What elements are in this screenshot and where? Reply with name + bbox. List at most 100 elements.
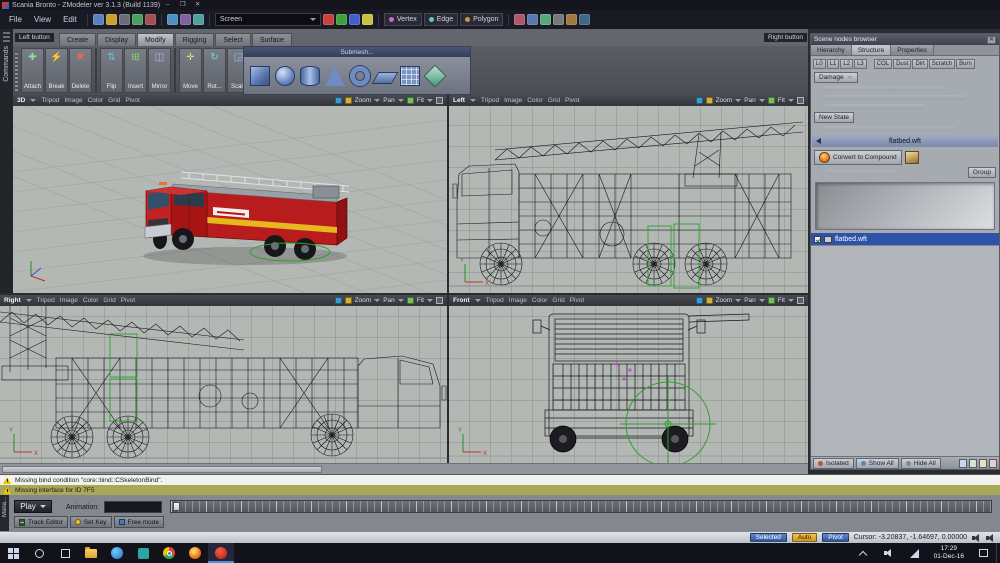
break-button[interactable]: ⚡ Break (45, 48, 68, 93)
tab-display[interactable]: Display (97, 33, 136, 46)
pan-control[interactable]: Pan (383, 97, 395, 104)
lod-l0-button[interactable]: L0 (813, 59, 826, 69)
auto-mode-button[interactable]: Auto (792, 533, 817, 542)
filter-lights-icon[interactable] (979, 459, 987, 468)
tab-rigging[interactable]: Rigging (175, 33, 215, 46)
axis-y-icon[interactable] (336, 14, 347, 25)
move-tool-icon[interactable] (527, 14, 538, 25)
viewport-menu-pivot[interactable]: Pivot (570, 297, 584, 304)
zoom-control[interactable]: Zoom (355, 297, 372, 304)
plane-primitive-icon[interactable] (372, 72, 399, 84)
viewport-name[interactable]: 3D (17, 97, 25, 104)
group-button[interactable]: Group (968, 167, 996, 178)
viewport-left-canvas[interactable]: Y X (449, 106, 808, 293)
maximize-viewport-icon[interactable] (797, 97, 804, 104)
box-primitive-icon[interactable] (250, 66, 270, 86)
viewport-menu-color[interactable]: Color (83, 297, 99, 304)
tab-properties[interactable]: Properties (891, 45, 934, 55)
zoom-control[interactable]: Zoom (716, 97, 733, 104)
damage-dropdown[interactable]: Damage (814, 72, 858, 83)
move-button[interactable]: ✛ Move (179, 48, 202, 93)
manager-dock-tab[interactable]: Mana... (0, 495, 9, 531)
viewport-menu-grid[interactable]: Grid (103, 297, 115, 304)
hide-all-button[interactable]: Hide All (901, 458, 941, 469)
track-editor-button[interactable]: Track Editor (14, 516, 68, 528)
viewport-menu-grid[interactable]: Grid (108, 97, 120, 104)
timeline-ruler[interactable] (170, 500, 992, 513)
grid-toggle-icon[interactable] (407, 97, 414, 104)
scene-node-row[interactable]: flatbed.wft (811, 233, 999, 245)
show-desktop-button[interactable] (996, 543, 1000, 563)
viewport-menu-image[interactable]: Image (509, 297, 527, 304)
viewport-menu-tripod[interactable]: Tripod (481, 97, 499, 104)
viewport-menu-grid[interactable]: Grid (548, 97, 560, 104)
convert-to-compound-button[interactable]: Convert to Compound (814, 150, 902, 165)
log-row-selected[interactable]: Missing interface for ID 7F5 (0, 485, 1000, 495)
axis-x-icon[interactable] (323, 14, 334, 25)
scale-tool-icon[interactable] (553, 14, 564, 25)
vertex-mode-toggle[interactable]: Vertex (384, 13, 422, 26)
rotate-button[interactable]: ↻ Rot... (203, 48, 226, 93)
zoom-control[interactable]: Zoom (716, 297, 733, 304)
tab-surface[interactable]: Surface (252, 33, 292, 46)
insert-button[interactable]: ⊞ Insert (124, 48, 147, 93)
render-mode-icon[interactable] (335, 297, 342, 304)
render-mode-icon[interactable] (696, 97, 703, 104)
viewport-menu-pivot[interactable]: Pivot (121, 297, 135, 304)
redo-icon[interactable] (145, 14, 156, 25)
firefox-button[interactable] (182, 543, 208, 563)
viewport-name[interactable]: Front (453, 297, 470, 304)
pan-control[interactable]: Pan (383, 297, 395, 304)
mirror-button[interactable]: ◫ Mirror (148, 48, 171, 93)
render-mode-icon[interactable] (696, 297, 703, 304)
grid-toggle-icon[interactable] (768, 297, 775, 304)
edge-browser-button[interactable] (104, 543, 130, 563)
scene-node-list[interactable] (811, 245, 999, 456)
flip-button[interactable]: ⇅ Flip (100, 48, 123, 93)
filter-geometry-icon[interactable] (959, 459, 967, 468)
fit-control[interactable]: Fit (778, 97, 785, 104)
tab-modify[interactable]: Modify (137, 33, 174, 46)
dirt-button[interactable]: Dirt (912, 59, 927, 69)
viewport-menu-image[interactable]: Image (65, 97, 83, 104)
viewport-right-canvas[interactable]: Y X (0, 306, 447, 463)
isolated-button[interactable]: Isolated (813, 458, 854, 469)
attach-button[interactable]: ✚ Attach (21, 48, 44, 93)
lighting-icon[interactable] (345, 97, 352, 104)
cylinder-primitive-icon[interactable] (300, 66, 320, 86)
viewport-menu-color[interactable]: Color (532, 297, 548, 304)
viewport-front-canvas[interactable]: Y X (449, 306, 808, 463)
viewport-menu-color[interactable]: Color (88, 97, 104, 104)
edge-mode-toggle[interactable]: Edge (424, 13, 458, 26)
sphere-primitive-icon[interactable] (275, 66, 295, 86)
free-mode-button[interactable]: Free mode (114, 516, 164, 528)
render-mode-icon[interactable] (335, 97, 342, 104)
compound-box-icon[interactable] (905, 151, 919, 164)
viewport-menu-tripod[interactable]: Tripod (37, 297, 55, 304)
zoom-control[interactable]: Zoom (355, 97, 372, 104)
tab-structure[interactable]: Structure (852, 45, 891, 55)
chrome-button[interactable] (156, 543, 182, 563)
search-button[interactable] (26, 543, 52, 563)
selected-mode-button[interactable]: Selected (750, 533, 787, 542)
show-all-button[interactable]: Show All (856, 458, 899, 469)
fit-control[interactable]: Fit (417, 297, 424, 304)
grid-primitive-icon[interactable] (400, 66, 420, 86)
set-key-button[interactable]: Set Key (70, 516, 112, 528)
delete-button[interactable]: ✖ Delete (69, 48, 92, 93)
log-row[interactable]: Missing bind condition "core::bind::CSke… (0, 475, 1000, 485)
maximize-viewport-icon[interactable] (436, 297, 443, 304)
rotate-tool-icon[interactable] (540, 14, 551, 25)
notification-icon[interactable] (986, 534, 995, 542)
view-tool-icon[interactable] (579, 14, 590, 25)
menu-view[interactable]: View (29, 13, 56, 26)
media-app-button[interactable] (130, 543, 156, 563)
submesh-header[interactable]: Submesh... (244, 47, 470, 57)
pivot-mode-button[interactable]: Pivot (822, 533, 848, 542)
grid-toggle-icon[interactable] (768, 97, 775, 104)
viewport-menu-tripod[interactable]: Tripod (486, 297, 504, 304)
uv-mapper-icon[interactable] (193, 14, 204, 25)
undo-ic[interactable] (132, 14, 143, 25)
maximize-icon[interactable]: ❐ (175, 0, 190, 10)
import-icon[interactable] (119, 14, 130, 25)
